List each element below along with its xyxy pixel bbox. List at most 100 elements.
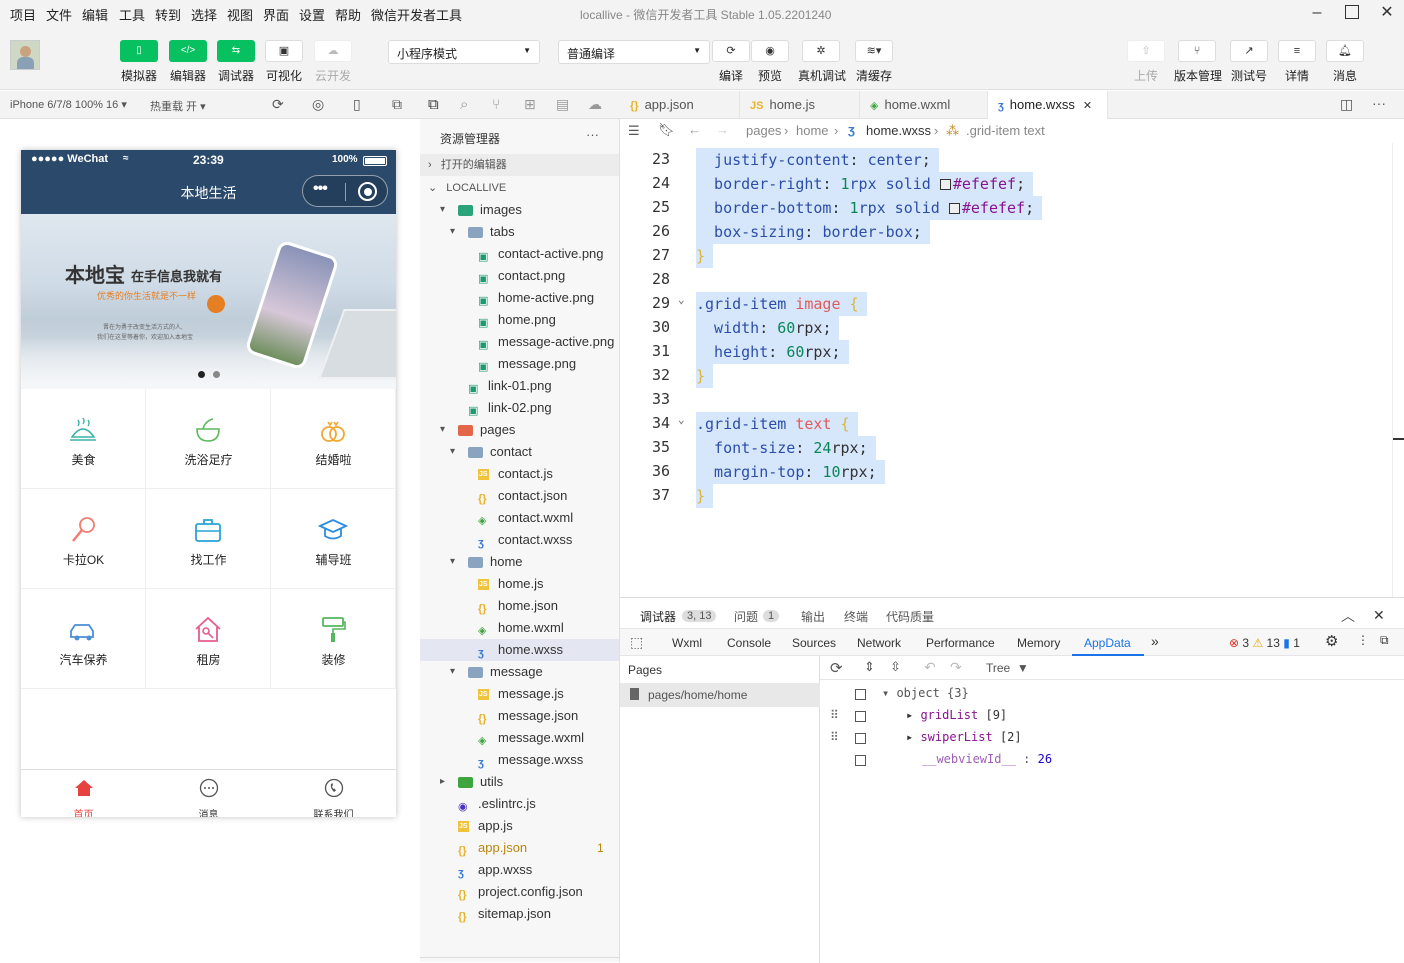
forward-icon[interactable]: → (716, 122, 729, 137)
list-icon[interactable]: ☰ (628, 123, 640, 139)
mode-select[interactable]: 小程序模式 ▼ (388, 40, 540, 64)
tab-output[interactable]: 输出 (801, 608, 825, 625)
tab-contact[interactable]: 联系我们 (271, 770, 396, 817)
chevron-down-icon[interactable]: ▾ (440, 419, 445, 441)
chevron-down-icon[interactable]: ▾ (450, 551, 455, 573)
tree-file[interactable]: {} project.config.json (420, 881, 619, 903)
tab-terminal[interactable]: 终端 (844, 608, 868, 625)
grid-item-jobs[interactable]: 找工作 (146, 489, 271, 589)
chevron-down-icon[interactable]: ▾ (450, 221, 455, 243)
tab-message[interactable]: 消息 (146, 770, 271, 817)
chevron-right-icon[interactable]: ▸ (440, 771, 445, 793)
tree-webviewid[interactable]: __webviewId__ : 26 (922, 752, 1052, 766)
checkbox[interactable] (855, 711, 866, 722)
checkbox[interactable] (855, 755, 866, 766)
chevron-down-icon[interactable]: ▾ (450, 661, 455, 683)
grid-item-decor[interactable]: 装修 (271, 589, 396, 689)
open-editors-section[interactable]: › 打开的编辑器 (420, 154, 619, 176)
code-editor[interactable]: 23 justify-content: center; 24 border-rig… (620, 143, 1392, 597)
drag-handle-icon[interactable]: ⠿ (830, 730, 839, 744)
tree-file[interactable]: {} contact.json (420, 485, 619, 507)
grid-item-wedding[interactable]: 结婚啦 (271, 389, 396, 489)
tree-file[interactable]: ▣ home.png (420, 309, 619, 331)
grid-item-food[interactable]: 美食 (21, 389, 146, 489)
refresh-icon[interactable]: ⟳ (830, 659, 843, 677)
search-icon[interactable]: ⌕ (460, 96, 468, 113)
cloud-icon[interactable]: ☁ (588, 96, 602, 113)
compile-button[interactable]: ⟳ (712, 40, 750, 62)
fold-icon[interactable]: ⌄ (678, 413, 685, 426)
tab-home[interactable]: 首页 (21, 770, 146, 817)
menu-view[interactable]: 视图 (227, 5, 253, 24)
capsule-menu[interactable]: ••• (302, 175, 388, 207)
crumb-home[interactable]: home (796, 123, 829, 138)
tab-sources[interactable]: Sources (792, 636, 836, 650)
tree-root[interactable]: ▾ object {3} (882, 686, 969, 700)
source-control-icon[interactable]: ⑂ (492, 96, 500, 112)
chevron-down-icon[interactable]: ▾ (450, 441, 455, 463)
tree-file[interactable]: JS app.js (420, 815, 619, 837)
test-account-button[interactable]: ↗ (1230, 40, 1268, 62)
tree-folder[interactable]: ▾ message (420, 661, 619, 683)
menu-edit[interactable]: 编辑 (82, 5, 108, 24)
tree-file[interactable]: ʒ contact.wxss (420, 529, 619, 551)
menu-help[interactable]: 帮助 (335, 5, 361, 24)
phone-icon[interactable]: ▯ (353, 96, 361, 113)
tree-file[interactable]: ▣ home-active.png (420, 287, 619, 309)
simulator-button[interactable]: ▯ (120, 40, 158, 62)
tree-folder[interactable]: ▾ tabs (420, 221, 619, 243)
more-tabs-icon[interactable]: » (1151, 633, 1159, 649)
tree-file[interactable]: JS home.js (420, 573, 619, 595)
kebab-menu-icon[interactable]: ⋮ (1357, 633, 1369, 647)
crumb-file[interactable]: home.wxss (866, 123, 931, 138)
avatar[interactable] (10, 40, 40, 70)
tree-file[interactable]: ▣ message-active.png (420, 331, 619, 353)
undo-icon[interactable]: ↶ (924, 659, 936, 676)
tree-folder[interactable]: ▾ contact (420, 441, 619, 463)
crumb-selector[interactable]: .grid-item text (966, 123, 1045, 138)
swiper-dot-active[interactable] (198, 371, 205, 378)
tab-code-quality[interactable]: 代码质量 (886, 608, 934, 625)
back-icon[interactable]: ← (688, 122, 701, 137)
tree-folder[interactable]: ▾ pages (420, 419, 619, 441)
tab-network[interactable]: Network (857, 636, 901, 650)
hot-reload-toggle[interactable]: 热重载 开 ▾ (150, 98, 206, 114)
menu-settings[interactable]: 设置 (299, 5, 325, 24)
fold-icon[interactable]: ⌄ (678, 293, 685, 306)
clear-cache-button[interactable]: ≋▾ (855, 40, 893, 62)
maximize-icon[interactable] (1341, 2, 1363, 24)
crumb-pages[interactable]: pages (746, 123, 781, 138)
checkbox[interactable] (855, 733, 866, 744)
messages-button[interactable]: 🔔︎ (1326, 40, 1364, 62)
tree-file[interactable]: ◈ contact.wxml (420, 507, 619, 529)
editor-scrollbar[interactable] (1392, 143, 1404, 597)
error-indicator[interactable]: ⊗ 3 ⚠ 13 ▮ 1 (1229, 636, 1300, 650)
tree-folder[interactable]: ▾ images (420, 199, 619, 221)
close-tab-icon[interactable]: ✕ (1083, 100, 1092, 112)
compile-select[interactable]: 普通编译 ▼ (558, 40, 710, 64)
menu-file[interactable]: 文件 (46, 5, 72, 24)
cloud-button[interactable]: ☁ (314, 40, 352, 62)
redo-icon[interactable]: ↷ (950, 659, 962, 676)
editor-tab[interactable]: JS home.js (740, 91, 860, 119)
close-window-icon[interactable]: ✕ (1376, 2, 1398, 24)
collapse-panel-icon[interactable]: ︿ (1341, 606, 1355, 626)
tab-appdata[interactable]: AppData (1084, 636, 1131, 650)
device-select[interactable]: iPhone 6/7/8 100% 16 ▾ (10, 98, 127, 111)
expand-all-icon[interactable]: ⇕ (864, 659, 875, 675)
editor-tab[interactable]: {} app.json (620, 91, 740, 119)
menu-interface[interactable]: 界面 (263, 5, 289, 24)
tree-file[interactable]: ▣ link-02.png (420, 397, 619, 419)
grid-item-car[interactable]: 汽车保养 (21, 589, 146, 689)
menu-project[interactable]: 项目 (10, 5, 36, 24)
color-swatch[interactable] (939, 179, 951, 190)
chevron-down-icon[interactable]: ▾ (440, 199, 445, 221)
tree-file[interactable]: {} sitemap.json (420, 903, 619, 925)
minimize-icon[interactable]: – (1306, 2, 1328, 24)
more-icon[interactable]: ··· (586, 127, 599, 142)
tree-file[interactable]: ʒ app.wxss (420, 859, 619, 881)
color-swatch[interactable] (948, 203, 960, 214)
tab-memory[interactable]: Memory (1017, 636, 1060, 650)
close-panel-icon[interactable]: ✕ (1373, 607, 1385, 624)
collapse-all-icon[interactable]: ⇳ (890, 659, 901, 675)
